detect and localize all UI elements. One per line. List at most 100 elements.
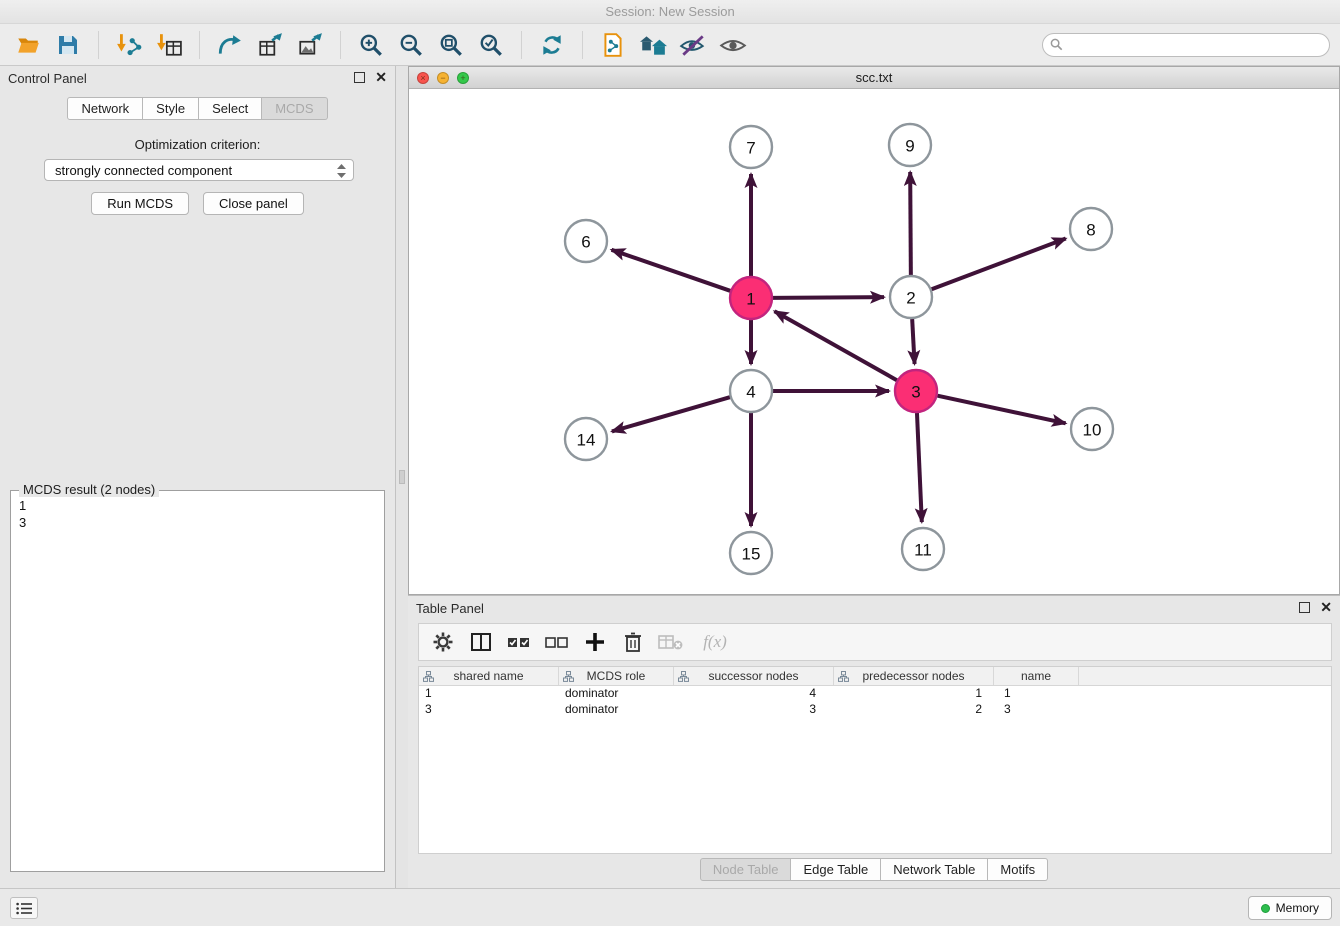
column-header-predecessor-nodes[interactable]: predecessor nodes [834, 667, 994, 685]
graph-edge-3-10[interactable] [938, 396, 1066, 424]
mcds-result-box: MCDS result (2 nodes) 1 3 [10, 490, 385, 872]
cell-mcds-role[interactable]: dominator [559, 702, 674, 718]
graph-edge-2-8[interactable] [932, 239, 1066, 290]
cell-successor-nodes[interactable]: 4 [674, 686, 834, 702]
list-icon [16, 902, 32, 915]
graph-edge-3-1[interactable] [775, 311, 897, 380]
zoom-selected-button[interactable] [473, 29, 509, 61]
zoom-fit-button[interactable] [433, 29, 469, 61]
cell-successor-nodes[interactable]: 3 [674, 702, 834, 718]
network-file-button[interactable] [595, 29, 631, 61]
optimization-criterion-label: Optimization criterion: [0, 137, 395, 152]
mcds-action-buttons: Run MCDS Close panel [0, 192, 395, 215]
cell-name[interactable]: 1 [994, 686, 1079, 702]
graph-edge-1-2[interactable] [773, 297, 884, 298]
zoom-in-button[interactable] [353, 29, 389, 61]
close-panel-icon[interactable]: ✕ [375, 70, 387, 84]
add-column-button[interactable] [579, 627, 611, 657]
run-mcds-button[interactable]: Run MCDS [91, 192, 189, 215]
export-network-button[interactable] [212, 29, 248, 61]
tab-style[interactable]: Style [143, 97, 199, 120]
zoom-selected-icon [478, 32, 504, 58]
delete-column-button[interactable] [617, 627, 649, 657]
float-panel-icon[interactable] [1299, 602, 1310, 613]
vertical-splitter[interactable] [396, 66, 408, 888]
graph-edge-2-9[interactable] [910, 172, 911, 275]
deselect-all-rows-button[interactable] [541, 627, 573, 657]
network-canvas[interactable]: 7968124314101511 [409, 89, 1339, 594]
function-builder-button[interactable]: f(x) [693, 627, 737, 657]
home-button[interactable] [635, 29, 671, 61]
column-header-name[interactable]: name [994, 667, 1079, 685]
toolbar-separator [582, 31, 583, 59]
close-panel-button[interactable]: Close panel [203, 192, 304, 215]
cell-predecessor-nodes[interactable]: 2 [834, 702, 994, 718]
mcds-result-list: 1 3 [11, 491, 384, 537]
table-row[interactable]: 1 dominator 4 1 1 [419, 686, 1331, 702]
optimization-criterion-select[interactable]: strongly connected component [44, 159, 354, 181]
show-columns-button[interactable] [465, 627, 497, 657]
close-window-icon[interactable]: × [417, 72, 429, 84]
graph-node-label-14: 14 [577, 431, 596, 450]
document-share-icon [600, 32, 626, 58]
zoom-in-icon [358, 32, 384, 58]
minimize-window-icon[interactable]: − [437, 72, 449, 84]
import-table-button[interactable] [151, 29, 187, 61]
window-titlebar: Session: New Session [0, 0, 1340, 24]
graph-edge-2-3[interactable] [912, 319, 914, 364]
cell-shared-name[interactable]: 3 [419, 702, 559, 718]
tab-mcds[interactable]: MCDS [262, 97, 327, 120]
zoom-window-icon[interactable]: + [457, 72, 469, 84]
graph-edge-3-11[interactable] [917, 413, 922, 522]
table-panel: Table Panel ✕ [408, 595, 1340, 888]
export-image-button[interactable] [292, 29, 328, 61]
tab-network-table[interactable]: Network Table [881, 858, 988, 881]
delete-table-button[interactable] [655, 627, 687, 657]
export-image-icon [297, 32, 323, 58]
window-title: Session: New Session [605, 4, 734, 19]
float-panel-icon[interactable] [354, 72, 365, 83]
window-traffic-lights: × − + [417, 72, 469, 84]
mcds-result-title: MCDS result (2 nodes) [19, 482, 159, 497]
tab-node-table[interactable]: Node Table [700, 858, 792, 881]
graph-edge-1-6[interactable] [612, 250, 731, 291]
style-visibility-button[interactable] [675, 29, 711, 61]
tab-select[interactable]: Select [199, 97, 262, 120]
save-session-button[interactable] [50, 29, 86, 61]
apply-layout-button[interactable] [534, 29, 570, 61]
network-window-title: scc.txt [856, 70, 893, 85]
export-table-button[interactable] [252, 29, 288, 61]
search-input[interactable] [1042, 33, 1330, 57]
column-header-shared-name[interactable]: shared name [419, 667, 559, 685]
task-history-button[interactable] [10, 897, 38, 919]
application-window: Session: New Session [0, 0, 1340, 926]
control-panel: Control Panel ✕ Network Style Select MCD… [0, 66, 396, 888]
splitter-grip[interactable] [399, 470, 405, 484]
cell-name[interactable]: 3 [994, 702, 1079, 718]
memory-button[interactable]: Memory [1248, 896, 1332, 920]
export-network-icon [217, 32, 243, 58]
trash-icon [623, 631, 643, 653]
graph-node-label-15: 15 [742, 545, 761, 564]
cell-mcds-role[interactable]: dominator [559, 686, 674, 702]
graph-edge-4-14[interactable] [612, 397, 730, 431]
close-panel-icon[interactable]: ✕ [1320, 600, 1332, 614]
tab-network[interactable]: Network [67, 97, 143, 120]
cell-shared-name[interactable]: 1 [419, 686, 559, 702]
column-label: successor nodes [708, 669, 798, 683]
zoom-out-button[interactable] [393, 29, 429, 61]
network-graph: 7968124314101511 [409, 89, 1339, 594]
table-settings-button[interactable] [427, 627, 459, 657]
tab-motifs[interactable]: Motifs [988, 858, 1048, 881]
column-header-successor-nodes[interactable]: successor nodes [674, 667, 834, 685]
select-all-rows-button[interactable] [503, 627, 535, 657]
import-network-button[interactable] [111, 29, 147, 61]
column-label: shared name [453, 669, 523, 683]
delete-table-icon [658, 632, 684, 652]
cell-predecessor-nodes[interactable]: 1 [834, 686, 994, 702]
show-graphics-details-button[interactable] [715, 29, 751, 61]
column-header-mcds-role[interactable]: MCDS role [559, 667, 674, 685]
table-row[interactable]: 3 dominator 3 2 3 [419, 702, 1331, 718]
open-file-button[interactable] [10, 29, 46, 61]
tab-edge-table[interactable]: Edge Table [791, 858, 881, 881]
